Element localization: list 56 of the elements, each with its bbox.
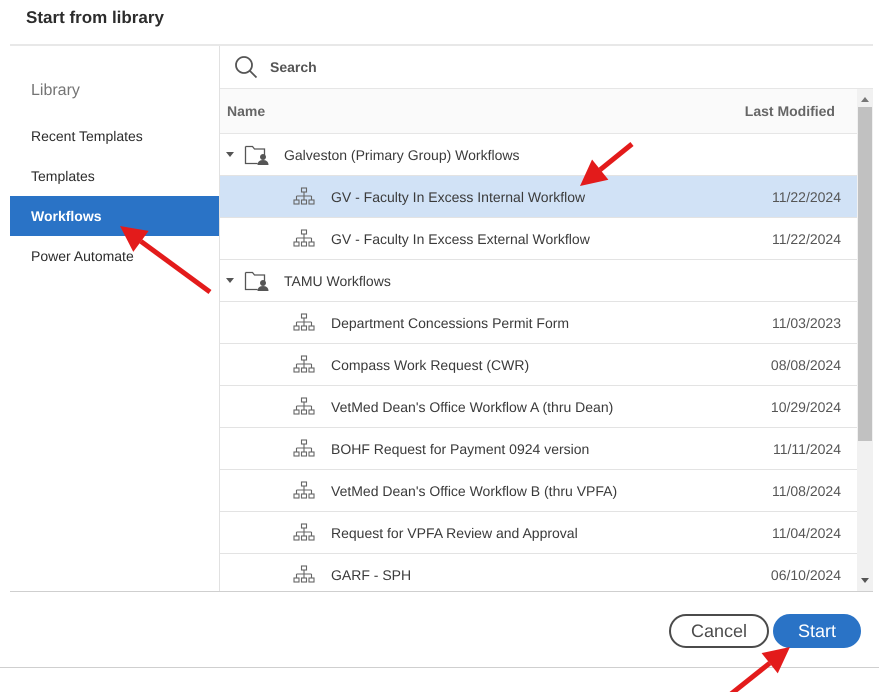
hierarchy-icon bbox=[293, 312, 315, 332]
workflow-row[interactable]: VetMed Dean's Office Workflow A (thru Dean) 10/29/2024 bbox=[220, 386, 857, 428]
workflow-name: Department Concessions Permit Form bbox=[331, 314, 570, 330]
modified-date: 11/04/2024 bbox=[772, 524, 841, 540]
workflow-row[interactable]: Compass Work Request (CWR) 08/08/2024 bbox=[220, 344, 857, 386]
workflow-name: Compass Work Request (CWR) bbox=[331, 356, 530, 372]
scroll-thumb[interactable] bbox=[858, 107, 872, 441]
sidebar-item[interactable]: Templates bbox=[10, 156, 219, 196]
column-header[interactable]: Name bbox=[227, 103, 266, 119]
hierarchy-icon bbox=[293, 522, 315, 542]
shared-folder-icon bbox=[244, 144, 270, 166]
workflow-name: Request for VPFA Review and Approval bbox=[331, 524, 579, 540]
scrollbar[interactable] bbox=[857, 89, 873, 591]
expand-caret-icon[interactable] bbox=[226, 278, 236, 284]
expand-caret-icon[interactable] bbox=[226, 152, 236, 158]
modified-date: 11/22/2024 bbox=[772, 230, 841, 246]
modified-date: 06/10/2024 bbox=[770, 566, 841, 582]
workflow-name: GV - Faculty In Excess Internal Workflow bbox=[331, 188, 586, 204]
workflow-name: VetMed Dean's Office Workflow A (thru Dean) bbox=[331, 398, 614, 414]
sidebar-item[interactable]: Recent Templates bbox=[10, 116, 219, 156]
modified-date: 11/03/2023 bbox=[772, 314, 841, 330]
modified-date: 11/08/2024 bbox=[772, 482, 841, 498]
column-header[interactable]: Last Modified bbox=[744, 103, 835, 119]
scroll-up-icon[interactable] bbox=[861, 97, 869, 103]
hierarchy-icon bbox=[293, 186, 315, 206]
group-name: TAMU Workflows bbox=[284, 272, 391, 288]
hierarchy-icon bbox=[293, 480, 315, 500]
search-icon bbox=[234, 55, 258, 79]
modified-date: 11/11/2024 bbox=[773, 440, 841, 456]
scroll-down-icon[interactable] bbox=[861, 578, 869, 584]
workflow-row[interactable]: BOHF Request for Payment 0924 version 11/11/2024 bbox=[220, 428, 857, 470]
workflow-row[interactable]: VetMed Dean's Office Workflow B (thru VPFA) 11/08/2024 bbox=[220, 470, 857, 512]
modified-date: 10/29/2024 bbox=[770, 398, 841, 414]
group-name: Galveston (Primary Group) Workflows bbox=[284, 146, 520, 162]
start-button[interactable]: Start bbox=[773, 614, 861, 648]
workflow-name: GARF - SPH bbox=[331, 566, 412, 582]
workflow-name: BOHF Request for Payment 0924 version bbox=[331, 440, 590, 456]
hierarchy-icon bbox=[293, 228, 315, 248]
modified-date: 11/22/2024 bbox=[772, 188, 841, 204]
hierarchy-icon bbox=[293, 564, 315, 584]
shared-folder-icon bbox=[244, 270, 270, 292]
sidebar-heading: Library bbox=[30, 82, 81, 101]
cancel-button[interactable]: Cancel bbox=[669, 614, 769, 648]
sidebar-item[interactable]: Workflows bbox=[10, 196, 219, 236]
workflow-row[interactable]: Request for VPFA Review and Approval 11/04/2024 bbox=[220, 512, 857, 554]
workflow-row[interactable]: GV - Faculty In Excess External Workflow 11/22/2024 bbox=[220, 218, 857, 260]
modified-date: 08/08/2024 bbox=[770, 356, 841, 372]
workflow-name: VetMed Dean's Office Workflow B (thru VPFA) bbox=[331, 482, 618, 498]
workflow-row[interactable]: GV - Faculty In Excess Internal Workflow 11/22/2024 bbox=[220, 176, 857, 218]
workflow-name: GV - Faculty In Excess External Workflow bbox=[331, 230, 591, 246]
sidebar-item[interactable]: Power Automate bbox=[10, 236, 219, 276]
hierarchy-icon bbox=[293, 438, 315, 458]
hierarchy-icon bbox=[293, 396, 315, 416]
hierarchy-icon bbox=[293, 354, 315, 374]
workflow-row[interactable]: Department Concessions Permit Form 11/03/2023 bbox=[220, 302, 857, 344]
dialog-title: Start from library bbox=[25, 7, 165, 29]
